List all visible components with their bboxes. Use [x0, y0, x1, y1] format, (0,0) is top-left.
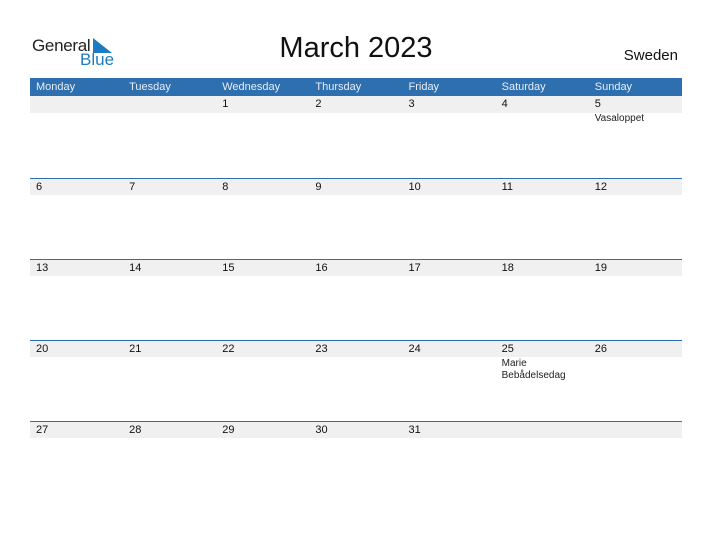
day-cell: 15 [216, 259, 309, 277]
day-cell [123, 96, 216, 125]
day-cell: 25 Marie Bebådelsedag [496, 340, 589, 382]
day-number: 25 [501, 343, 514, 355]
week-row: 27 28 29 30 31 [30, 421, 682, 502]
day-number: 8 [222, 181, 229, 193]
day-number [502, 422, 589, 439]
day-number: 15 [222, 262, 235, 274]
day-cell: 18 [496, 259, 589, 277]
weekday-saturday: Saturday [501, 81, 546, 93]
day-number: 30 [315, 424, 328, 436]
day-cell: 10 [403, 178, 496, 196]
day-number: 7 [129, 181, 136, 193]
day-number: 29 [222, 424, 235, 436]
week-row: 13 14 15 16 17 18 19 [30, 259, 682, 340]
day-cell: 27 [30, 421, 123, 439]
weekday-monday: Monday [36, 81, 76, 93]
page-title: March 2023 [279, 32, 433, 64]
day-number: 16 [315, 262, 328, 274]
day-number [129, 96, 216, 113]
week-row: 1 2 3 4 5 Vasaloppet [30, 96, 682, 178]
day-number: 20 [36, 343, 49, 355]
day-cell: 5 Vasaloppet [589, 96, 682, 125]
day-number: 26 [594, 343, 607, 355]
day-cell: 30 [309, 421, 402, 439]
calendar: Monday Tuesday Wednesday Thursday Friday… [30, 78, 682, 502]
week-row: 6 7 8 9 10 11 12 [30, 178, 682, 259]
day-number: 10 [408, 181, 421, 193]
day-number: 18 [501, 262, 514, 274]
day-number: 21 [129, 343, 142, 355]
day-number: 1 [222, 98, 229, 110]
day-number: 17 [408, 262, 421, 274]
day-cell: 22 [216, 340, 309, 382]
day-cell [30, 96, 123, 125]
day-cell: 21 [123, 340, 216, 382]
week-row: 20 21 22 23 24 25 Marie Bebådelsedag 26 [30, 340, 682, 421]
weekday-sunday: Sunday [594, 81, 633, 93]
day-number: 9 [315, 181, 322, 193]
weekday-thursday: Thursday [315, 81, 362, 93]
day-number: 22 [222, 343, 235, 355]
day-cell: 1 [216, 96, 309, 125]
day-cell: 19 [589, 259, 682, 277]
day-cell: 8 [216, 178, 309, 196]
day-number: 4 [501, 98, 508, 110]
day-cell: 14 [123, 259, 216, 277]
weekday-header: Monday Tuesday Wednesday Thursday Friday… [30, 78, 682, 96]
day-cell: 29 [216, 421, 309, 439]
day-number: 19 [594, 262, 607, 274]
day-number: 13 [36, 262, 49, 274]
holiday-event: Marie Bebådelsedag [501, 358, 566, 381]
day-cell: 2 [309, 96, 402, 125]
day-cell [589, 421, 682, 439]
day-number: 27 [36, 424, 49, 436]
day-cell: 31 [403, 421, 496, 439]
day-number: 14 [129, 262, 142, 274]
day-cell: 3 [403, 96, 496, 125]
weekday-friday: Friday [408, 81, 440, 93]
weekday-wednesday: Wednesday [222, 81, 281, 93]
day-number: 12 [594, 181, 607, 193]
day-number: 3 [408, 98, 415, 110]
day-cell: 17 [403, 259, 496, 277]
day-cell: 28 [123, 421, 216, 439]
country-label: Sweden [623, 47, 678, 64]
day-cell: 12 [589, 178, 682, 196]
day-number: 5 [594, 98, 601, 110]
day-cell: 13 [30, 259, 123, 277]
weekday-tuesday: Tuesday [129, 81, 171, 93]
day-number: 28 [129, 424, 142, 436]
day-number: 6 [36, 181, 43, 193]
day-cell: 24 [403, 340, 496, 382]
day-cell: 9 [309, 178, 402, 196]
day-cell: 11 [496, 178, 589, 196]
day-number [595, 422, 682, 439]
day-cell: 4 [496, 96, 589, 125]
day-cell: 23 [309, 340, 402, 382]
day-number: 31 [408, 424, 421, 436]
day-cell: 6 [30, 178, 123, 196]
day-number: 23 [315, 343, 328, 355]
day-cell: 7 [123, 178, 216, 196]
holiday-event: Vasaloppet [594, 113, 645, 124]
day-number: 11 [501, 181, 514, 193]
day-cell: 16 [309, 259, 402, 277]
weeks: 1 2 3 4 5 Vasaloppet 6 7 8 9 10 11 12 13 14 15 16 17 18 19 2… [30, 96, 682, 502]
day-cell: 20 [30, 340, 123, 382]
day-number: 24 [408, 343, 421, 355]
day-number [36, 96, 123, 113]
day-cell [496, 421, 589, 439]
day-cell: 26 [589, 340, 682, 382]
day-number: 2 [315, 98, 322, 110]
